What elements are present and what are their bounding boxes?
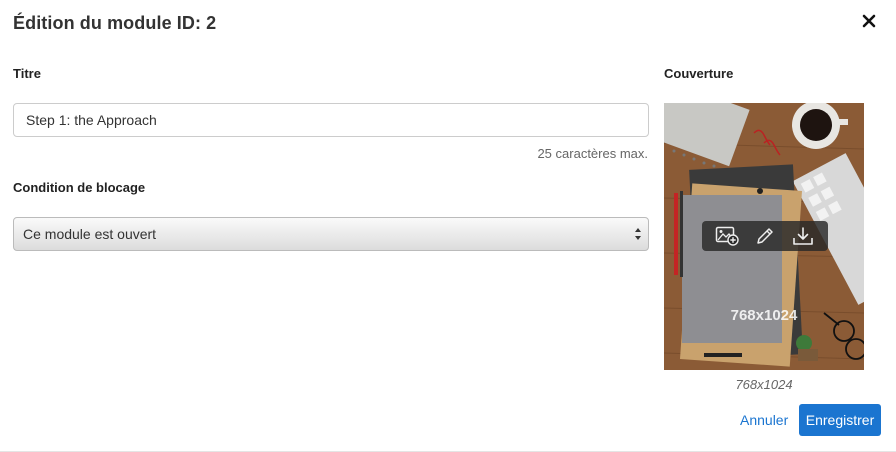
condition-label: Condition de blocage [13, 180, 146, 195]
title-helper-text: 25 caractères max. [537, 146, 648, 161]
cover-image[interactable]: 768x1024 [664, 103, 864, 370]
cover-toolbar [702, 221, 828, 251]
condition-select-value: Ce module est ouvert [23, 226, 157, 242]
download-icon[interactable] [790, 224, 816, 248]
condition-select[interactable]: Ce module est ouvert [13, 217, 649, 251]
select-arrows-icon [634, 227, 642, 244]
cover-dimensions-overlay: 768x1024 [730, 307, 798, 324]
title-input[interactable] [13, 103, 649, 137]
add-image-icon[interactable] [714, 224, 740, 248]
close-icon[interactable] [862, 14, 878, 32]
cover-dimensions-caption: 768x1024 [735, 377, 793, 392]
title-label: Titre [13, 66, 41, 81]
pencil-icon[interactable] [752, 224, 778, 248]
cancel-button[interactable]: Annuler [740, 412, 788, 428]
modal-title: Édition du module ID: 2 [13, 13, 217, 33]
cover-label: Couverture [664, 66, 734, 81]
edit-module-modal: Édition du module ID: 2 Titre 25 caractè… [0, 0, 896, 452]
save-button[interactable]: Enregistrer [799, 404, 881, 436]
